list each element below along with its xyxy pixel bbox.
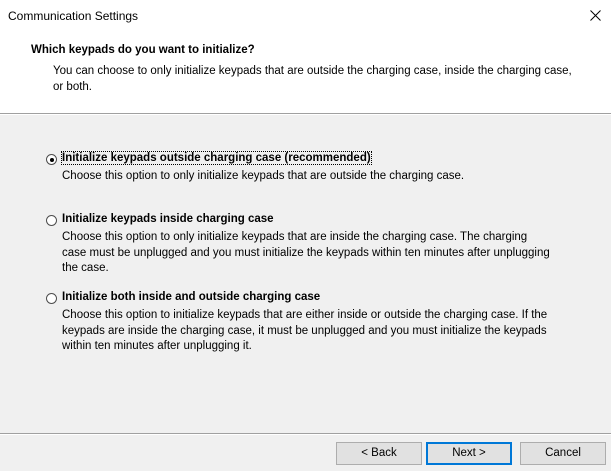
window-title: Communication Settings [8,9,139,23]
wizard-header: Which keypads do you want to initialize?… [0,31,611,113]
radio-both[interactable] [46,293,57,304]
option-inside-case-label[interactable]: Initialize keypads inside charging case [62,213,274,225]
close-icon [590,10,601,21]
header-divider-highlight [0,114,611,115]
communication-settings-dialog: Communication Settings Which keypads do … [0,0,611,471]
radio-outside-case[interactable] [46,154,57,165]
option-outside-case-label[interactable]: Initialize keypads outside charging case… [61,151,372,165]
title-bar: Communication Settings [0,0,611,31]
back-button[interactable]: < Back [336,442,422,465]
footer-divider-highlight [0,434,611,435]
radio-inside-case[interactable] [46,215,57,226]
option-outside-case-description: Choose this option to only initialize ke… [62,170,465,182]
header-title: Which keypads do you want to initialize? [31,44,255,56]
next-button[interactable]: Next > [426,442,512,465]
option-both-label[interactable]: Initialize both inside and outside charg… [62,291,320,303]
cancel-button[interactable]: Cancel [520,442,606,465]
close-button[interactable] [581,0,611,31]
option-both-description: Choose this option to initialize keypads… [62,309,548,352]
option-inside-case-description: Choose this option to only initialize ke… [62,231,550,274]
header-subtitle: You can choose to only initialize keypad… [53,65,572,93]
